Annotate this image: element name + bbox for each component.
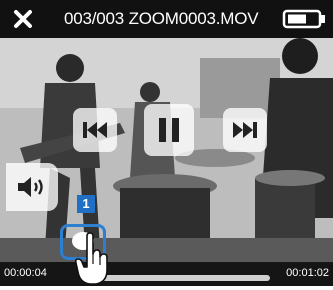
elapsed-time: 00:00:04	[4, 267, 47, 279]
total-time: 00:01:02	[286, 267, 329, 279]
battery-icon	[282, 9, 325, 29]
pause-button[interactable]	[144, 104, 194, 156]
header-bar: 003/003 ZOOM0003.MOV	[0, 0, 333, 38]
step-number-badge: 1	[77, 195, 95, 213]
close-button[interactable]	[10, 6, 36, 32]
playback-timebar: 00:00:04 00:01:02	[0, 262, 333, 286]
file-title: 003/003 ZOOM0003.MOV	[64, 9, 259, 28]
pause-icon	[159, 118, 179, 142]
video-frame[interactable]: 00:00:04 00:01:02	[0, 38, 333, 286]
volume-icon	[18, 177, 43, 197]
volume-button[interactable]	[6, 163, 58, 211]
previous-button[interactable]	[73, 108, 117, 152]
close-x-icon	[14, 10, 32, 28]
pointing-hand-icon	[74, 232, 108, 285]
skip-next-icon	[233, 122, 257, 138]
skip-previous-icon	[83, 122, 107, 138]
next-button[interactable]	[223, 108, 267, 152]
video-scene-image	[0, 38, 333, 286]
